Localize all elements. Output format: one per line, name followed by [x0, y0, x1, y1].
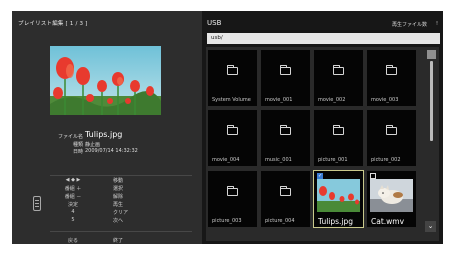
- play-file-count-label: 再生ファイル数: [391, 22, 427, 28]
- file-type-label: 種類: [72, 142, 83, 148]
- file-date-value: 2009/07/14 14:32:32: [85, 148, 138, 154]
- folder-icon: [332, 124, 344, 135]
- folder-tile-music-001[interactable]: music_001: [261, 110, 310, 166]
- help-key: ◀ ◆ ▶: [65, 177, 81, 183]
- tile-label: picture_004: [265, 218, 295, 224]
- help-key: 戻る: [67, 238, 78, 244]
- playlist-edit-panel: プレイリスト編集 [ 1 / 3 ] ファイル名 Tulips.jpg 種類 静…: [12, 11, 202, 244]
- tulips-thumbnail: [317, 179, 360, 212]
- remote-control-icon: [33, 196, 41, 211]
- folder-icon: [332, 64, 344, 75]
- help-row-next: 5 次へ: [50, 217, 192, 226]
- tile-label: movie_001: [265, 97, 293, 103]
- folder-icon: [385, 124, 397, 135]
- folder-icon: [385, 64, 397, 75]
- tile-label: movie_002: [318, 97, 346, 103]
- file-type-value: 静止画: [85, 142, 101, 148]
- folder-icon: [226, 124, 238, 135]
- tile-label: music_001: [265, 157, 292, 163]
- tile-label: System Volume: [212, 97, 251, 103]
- help-action: 解除: [113, 194, 124, 200]
- help-action: 終了: [113, 238, 124, 244]
- help-key: 4: [71, 209, 75, 215]
- tile-label: picture_002: [371, 157, 401, 163]
- folder-icon: [226, 185, 238, 196]
- help-key: 番組 ＋: [64, 186, 82, 192]
- preview-image: [50, 46, 161, 115]
- cat-thumbnail: [370, 179, 413, 212]
- file-type-row: 種類 静止画: [50, 141, 100, 148]
- alert-icon: !: [435, 21, 438, 27]
- file-name-row: ファイル名 Tulips.jpg: [50, 130, 123, 141]
- tile-label: Tulips.jpg: [318, 217, 354, 226]
- scroll-up-icon[interactable]: [427, 50, 436, 59]
- video-tile-cat[interactable]: Cat.wmv: [367, 171, 416, 227]
- file-name-value: Tulips.jpg: [85, 130, 123, 139]
- help-divider: [50, 175, 192, 176]
- tile-label: movie_003: [371, 97, 399, 103]
- folder-tile-picture-002[interactable]: picture_002: [367, 110, 416, 166]
- folder-tile-movie-004[interactable]: movie_004: [208, 110, 257, 166]
- help-action: 次へ: [113, 218, 124, 224]
- folder-tile-movie-001[interactable]: movie_001: [261, 50, 310, 106]
- folder-tile-system-volume[interactable]: System Volume: [208, 50, 257, 106]
- path-bar: usb/: [207, 33, 440, 44]
- help-key: 番組 －: [64, 194, 82, 200]
- help-action: 選択: [113, 186, 124, 192]
- usb-browser-panel: USB 再生ファイル数 ! usb/ System Volume movie_0…: [202, 11, 443, 244]
- tile-label: movie_004: [212, 157, 240, 163]
- file-grid: System Volume movie_001 movie_002 movie_…: [206, 47, 439, 241]
- folder-tile-movie-002[interactable]: movie_002: [314, 50, 363, 106]
- image-tile-tulips[interactable]: ✓ Tulips.jpg: [313, 170, 364, 228]
- help-action: 再生: [113, 202, 124, 208]
- folder-icon: [226, 64, 238, 75]
- tile-label: picture_003: [212, 218, 242, 224]
- tile-label: Cat.wmv: [371, 217, 405, 226]
- folder-tile-picture-003[interactable]: picture_003: [208, 171, 257, 227]
- folder-icon: [279, 124, 291, 135]
- folder-tile-picture-001[interactable]: picture_001: [314, 110, 363, 166]
- page-down-icon[interactable]: ⌄: [425, 221, 436, 232]
- playlist-edit-title: プレイリスト編集 [ 1 / 3 ]: [18, 21, 88, 27]
- tile-label: picture_001: [318, 157, 348, 163]
- help-action: クリア: [113, 210, 129, 216]
- folder-icon: [279, 64, 291, 75]
- usb-title: USB: [207, 19, 222, 27]
- file-date-label: 日時: [72, 149, 83, 155]
- help-row-exit: 戻る 終了: [50, 237, 192, 244]
- file-name-label: ファイル名: [57, 134, 83, 140]
- help-action: 移動: [113, 178, 124, 184]
- file-date-row: 日時 2009/07/14 14:32:32: [50, 148, 138, 155]
- help-key: 5: [71, 217, 75, 223]
- folder-icon: [279, 185, 291, 196]
- folder-tile-picture-004[interactable]: picture_004: [261, 171, 310, 227]
- scrollbar-thumb[interactable]: [430, 61, 433, 141]
- help-divider: [50, 231, 192, 232]
- folder-tile-movie-003[interactable]: movie_003: [367, 50, 416, 106]
- help-key: 決定: [67, 202, 78, 208]
- tv-screen: プレイリスト編集 [ 1 / 3 ] ファイル名 Tulips.jpg 種類 静…: [12, 11, 443, 244]
